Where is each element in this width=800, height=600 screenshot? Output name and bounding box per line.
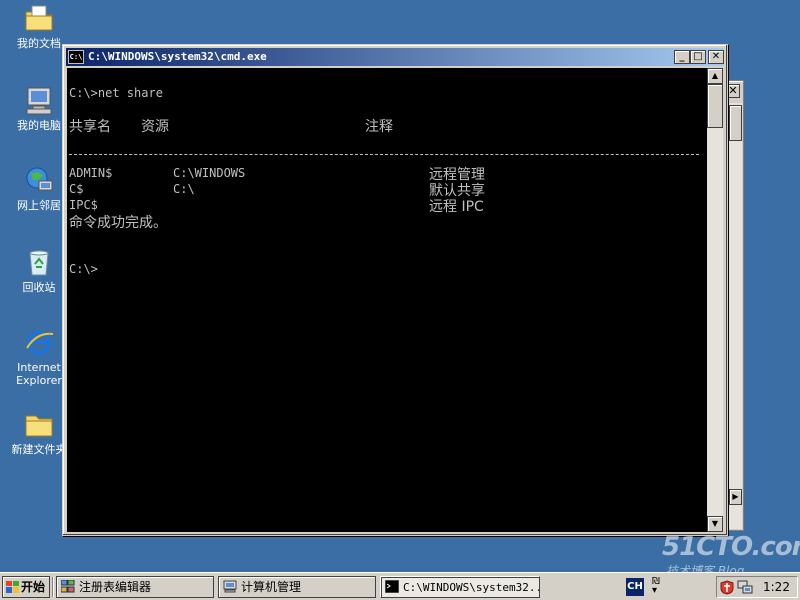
my-computer-icon — [26, 87, 52, 115]
window-title: C:\WINDOWS\system32\cmd.exe — [88, 50, 267, 63]
recycle-bin-icon — [29, 250, 49, 276]
minimize-button[interactable]: _ — [674, 50, 690, 64]
header-resource: 资源 — [141, 119, 169, 135]
maximize-button[interactable]: □ — [690, 50, 706, 64]
console-output[interactable]: C:\>net share 共享名 资源 注释 ADMIN$ C:\WINDOW… — [67, 68, 707, 532]
regedit-icon — [61, 580, 75, 593]
windows-logo-icon — [6, 581, 19, 593]
header-share-name: 共享名 — [69, 119, 111, 135]
separator-line — [69, 154, 699, 155]
watermark: 51CTO.com 技术博客 Blog — [662, 532, 800, 578]
taskbar-button-computer-management[interactable]: 计算机管理 — [218, 576, 376, 598]
task-label: C:\WINDOWS\system32... — [403, 581, 540, 594]
network-places-icon — [26, 167, 53, 191]
background-window-close-button[interactable]: ✕ — [726, 84, 740, 98]
cmd-icon — [385, 580, 399, 593]
task-label: 注册表编辑器 — [79, 580, 152, 594]
scroll-thumb[interactable] — [729, 105, 742, 141]
command-line: C:\>net share — [69, 86, 163, 100]
language-indicator[interactable]: CH — [626, 578, 644, 596]
taskbar-button-regedit[interactable]: 注册表编辑器 — [56, 576, 214, 598]
clock[interactable]: 1:22 — [763, 577, 790, 597]
close-button[interactable]: ✕ — [708, 50, 724, 64]
scroll-thumb[interactable] — [707, 84, 723, 128]
internet-explorer-icon — [26, 331, 54, 355]
security-shield-icon[interactable] — [720, 580, 734, 595]
start-label: 开始 — [21, 580, 46, 594]
taskbar-button-cmd[interactable]: C:\WINDOWS\system32... — [380, 576, 540, 598]
network-connection-icon[interactable] — [737, 580, 753, 595]
computer-management-icon — [223, 580, 237, 593]
scroll-down-arrow-icon[interactable]: ▼ — [707, 516, 723, 532]
share-row-name: C$ — [69, 182, 84, 196]
cmd-window[interactable]: C:\ C:\WINDOWS\system32\cmd.exe _ □ ✕ C:… — [62, 44, 728, 536]
share-row-name: ADMIN$ — [69, 166, 113, 180]
scroll-right-arrow-icon[interactable]: ▶ — [729, 489, 742, 505]
new-folder-icon — [25, 415, 53, 437]
watermark-logo: 51CTO.com — [662, 532, 800, 562]
share-row-resource: C:\WINDOWS — [173, 166, 246, 180]
desktop-icon-my-documents[interactable]: 我的文档 — [6, 2, 72, 50]
background-window-scrollbar[interactable]: ▶ — [728, 103, 742, 529]
task-label: 计算机管理 — [241, 580, 302, 594]
vertical-scrollbar[interactable]: ▲ ▼ — [707, 68, 723, 532]
taskbar-separator — [52, 577, 54, 597]
my-documents-icon — [25, 5, 53, 31]
title-bar[interactable]: C:\ C:\WINDOWS\system32\cmd.exe _ □ ✕ — [66, 48, 724, 66]
prompt-line: C:\> — [69, 262, 98, 276]
start-button[interactable]: 开始 — [2, 576, 50, 598]
result-message: 命令成功完成。 — [69, 215, 167, 231]
taskbar: 开始 注册表编辑器 计算机管理 C:\WINDOWS\system32... C… — [0, 572, 800, 600]
scroll-up-arrow-icon[interactable]: ▲ — [707, 68, 723, 84]
share-row-resource: C:\ — [173, 182, 195, 196]
system-tray: 1:22 — [716, 576, 798, 598]
share-row-remark: 远程 IPC — [429, 199, 484, 215]
share-row-name: IPC$ — [69, 198, 98, 212]
ime-options-icon[interactable]: ₪ ▾ — [652, 577, 660, 596]
header-remark: 注释 — [365, 119, 393, 135]
cmd-icon[interactable]: C:\ — [68, 50, 84, 64]
